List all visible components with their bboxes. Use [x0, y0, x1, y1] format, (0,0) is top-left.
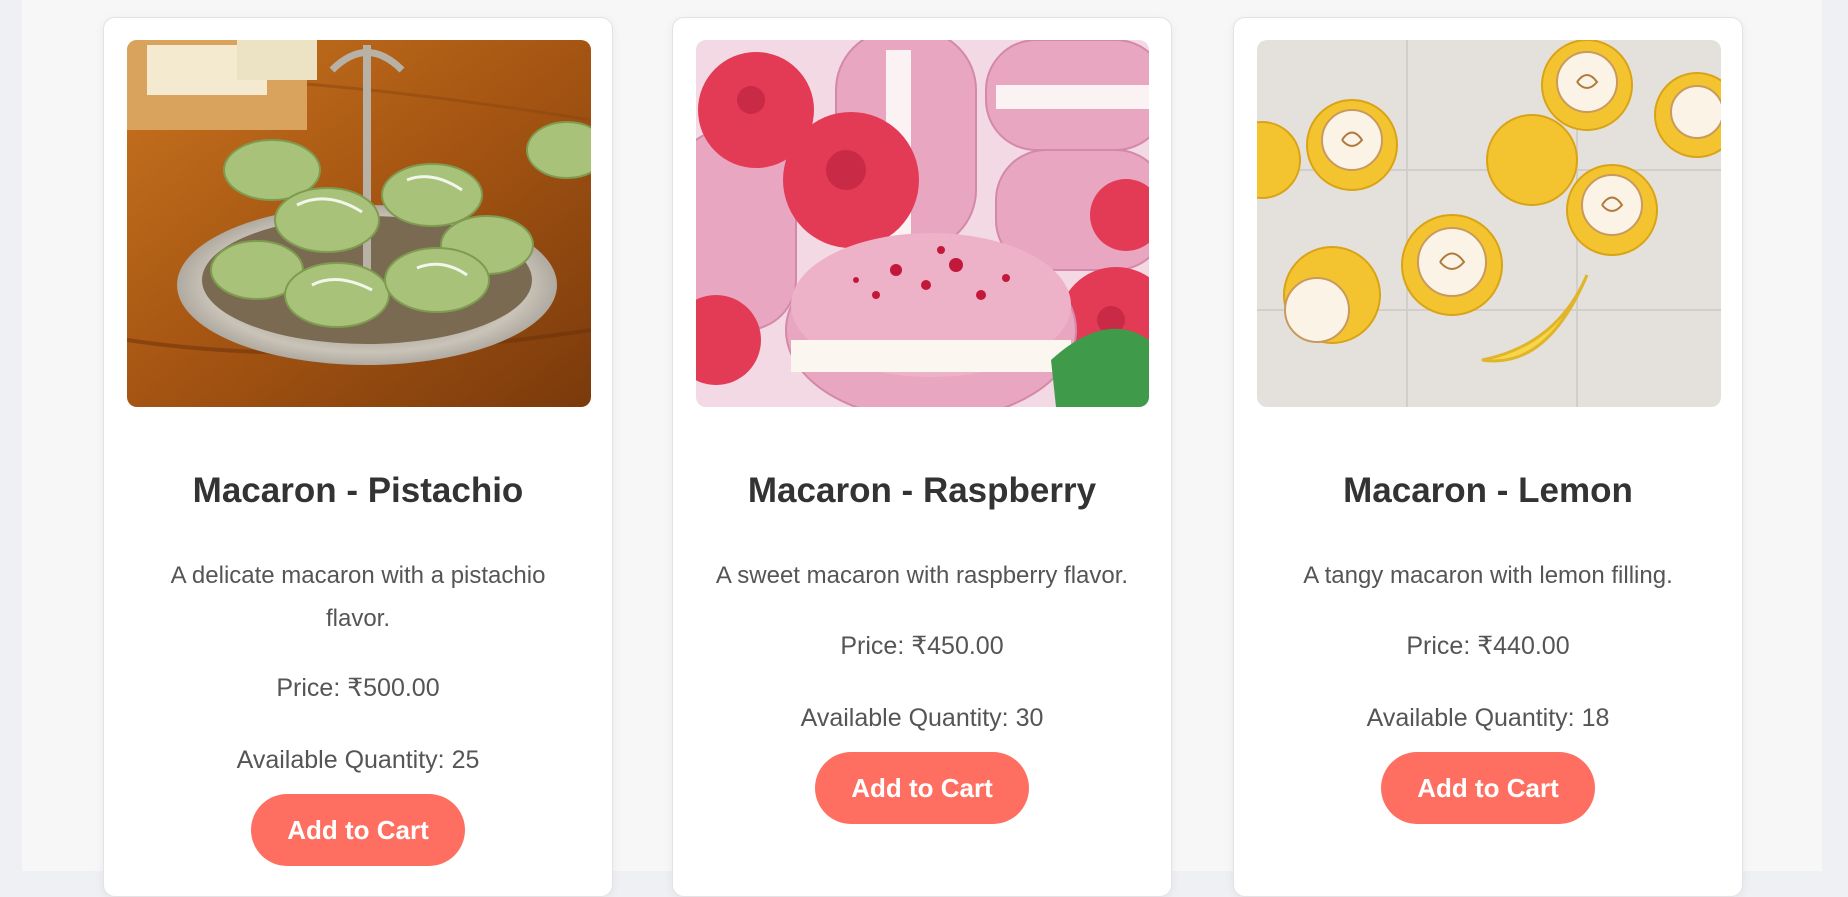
product-name: Macaron - Pistachio [192, 471, 524, 510]
product-card-lemon: Macaron - Lemon A tangy macaron with lem… [1233, 17, 1743, 897]
product-card-pistachio: Macaron - Pistachio A delicate macaron w… [103, 17, 613, 897]
add-to-cart-button[interactable]: Add to Cart [815, 752, 1029, 824]
product-price: Price: ₹440.00 [1406, 632, 1570, 660]
product-quantity: Available Quantity: 18 [1366, 704, 1610, 732]
product-name: Macaron - Lemon [1343, 471, 1633, 510]
product-card-raspberry: Macaron - Raspberry A sweet macaron with… [672, 17, 1172, 897]
add-to-cart-button[interactable]: Add to Cart [251, 794, 465, 866]
lemon-macarons-image [1257, 40, 1721, 407]
raspberry-macarons-image [696, 40, 1149, 407]
product-description: A delicate macaron with a pistachio flav… [170, 562, 546, 632]
product-quantity: Available Quantity: 30 [800, 704, 1044, 732]
product-description: A sweet macaron with raspberry flavor. [715, 562, 1129, 589]
product-price: Price: ₹450.00 [840, 632, 1004, 660]
product-price: Price: ₹500.00 [276, 674, 440, 702]
product-quantity: Available Quantity: 25 [236, 746, 480, 774]
pistachio-macarons-image [127, 40, 591, 407]
product-description: A tangy macaron with lemon filling. [1303, 562, 1673, 589]
add-to-cart-button[interactable]: Add to Cart [1381, 752, 1595, 824]
product-name: Macaron - Raspberry [747, 471, 1097, 510]
